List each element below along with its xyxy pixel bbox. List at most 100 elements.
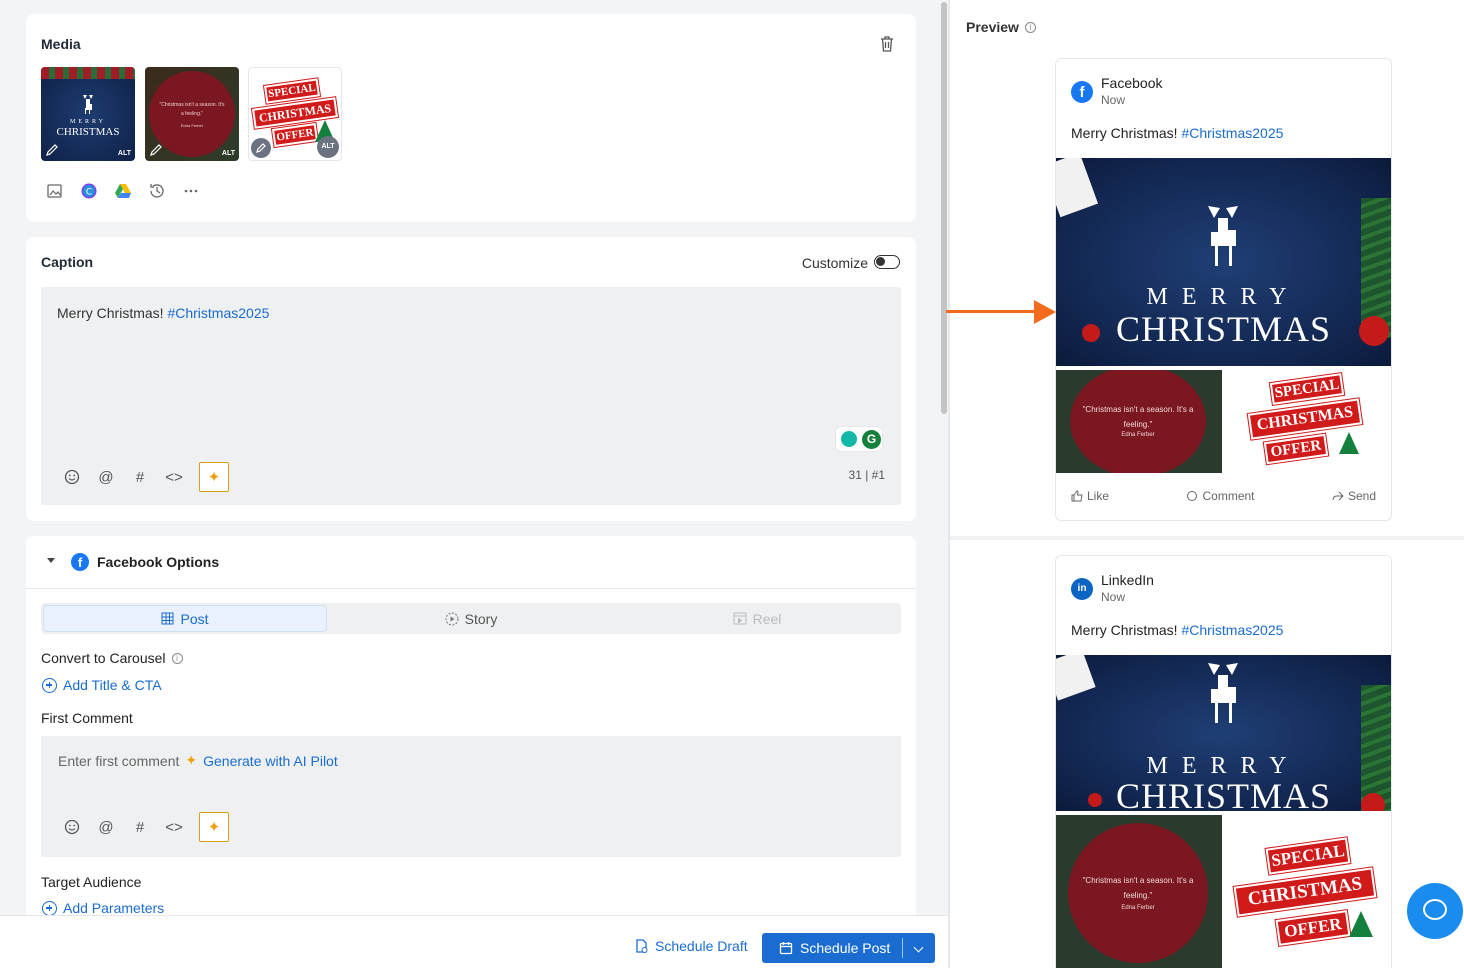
customize-toggle[interactable] [874,255,900,269]
tab-post-label: Post [180,610,209,627]
preview-image-quote: "Christmas isn't a season. It's a feelin… [1056,815,1222,968]
comment-label: Comment [1202,489,1255,503]
send-action[interactable]: Send [1332,489,1376,503]
code-icon[interactable]: <> [165,469,183,486]
thumb-offer-text: OFFER [271,123,319,147]
story-icon [445,612,459,625]
ai-sparkle-button[interactable]: ✦ [199,462,229,492]
media-thumb-2[interactable]: "Christmas isn't a season. It's a feelin… [145,67,239,161]
add-title-cta-link[interactable]: Add Title & CTA [42,677,162,693]
schedule-draft-label: Schedule Draft [655,938,748,954]
preview-hashtag[interactable]: #Christmas2025 [1181,125,1283,141]
facebook-icon: f [71,553,89,571]
tab-post[interactable]: Post [43,605,327,632]
facebook-icon: f [1071,81,1093,103]
media-thumb-3[interactable]: SPECIAL CHRISTMAS OFFER ALT [248,67,342,161]
preview-caption: Merry Christmas! #Christmas2025 [1071,125,1283,141]
preview-quote-attrib: Edna Ferber [1121,905,1155,911]
chevron-down-icon[interactable] [47,558,55,563]
tab-story-label: Story [464,610,498,627]
emoji-icon[interactable] [63,468,81,486]
caption-editor[interactable]: Merry Christmas! #Christmas2025 G @ # <>… [41,287,901,505]
preview-caption-plain: Merry Christmas! [1071,125,1182,141]
like-action[interactable]: Like [1071,489,1109,503]
alt-text-badge[interactable]: ALT [222,150,235,157]
thumb-quote-attrib: Edna Ferber [180,123,204,128]
preview-christmas-text: CHRISTMAS [1115,309,1332,349]
pencil-icon[interactable] [45,143,59,157]
caption-hashtag[interactable]: #Christmas2025 [167,305,269,321]
thumb-merry-text: MERRY [69,119,106,125]
info-icon[interactable]: i [1024,21,1036,33]
alt-text-badge[interactable]: ALT [118,150,131,157]
preview-network-name: Facebook [1101,75,1163,91]
tab-reel[interactable]: Reel [615,605,899,632]
convert-carousel-label: Convert to Carousel [41,650,166,666]
grammarly-icon[interactable]: G [862,430,881,449]
media-title: Media [41,36,81,52]
draft-icon [636,938,648,953]
caption-title: Caption [41,254,94,270]
facebook-options-title: Facebook Options [97,554,220,570]
add-parameters-link[interactable]: Add Parameters [42,900,164,916]
preview-image-offer: SPECIAL CHRISTMAS OFFER [1223,815,1391,968]
history-icon[interactable] [148,182,166,200]
schedule-draft-button[interactable]: Schedule Draft [634,938,748,954]
grammarly-widget[interactable]: G [835,426,883,452]
preview-image-christmas: MERRY CHRISTMAS [1056,158,1391,366]
first-comment-input[interactable]: Enter first comment ✦ Generate with AI P… [41,736,901,857]
lightbulb-icon[interactable] [841,431,857,447]
caption-card: Caption Customize Merry Christmas! #Chri… [26,237,916,521]
trash-icon[interactable] [880,36,894,52]
preview-title-text: Preview [966,19,1019,35]
facebook-options-header[interactable]: f Facebook Options [26,536,916,589]
preview-timestamp: Now [1101,590,1126,604]
post-type-tabs: Post Story Reel [41,603,901,634]
tab-story[interactable]: Story [329,605,613,632]
scrollbar-thumb[interactable] [941,2,947,414]
preview-offer-text: OFFER [1275,910,1351,946]
code-icon[interactable]: <> [165,819,183,836]
ai-sparkle-button[interactable]: ✦ [199,812,229,842]
media-thumb-1[interactable]: MERRY CHRISTMAS ALT [41,67,135,161]
pencil-icon[interactable] [251,138,271,158]
sparkle-icon: ✦ [185,752,198,768]
comment-action[interactable]: Comment [1186,489,1255,503]
preview-image-offer: SPECIAL CHRISTMAS OFFER [1223,370,1391,473]
alt-text-badge[interactable]: ALT [317,136,339,158]
preview-timestamp: Now [1101,93,1126,107]
plus-circle-icon [42,900,57,916]
emoji-icon[interactable] [63,818,81,836]
caption-text[interactable]: Merry Christmas! #Christmas2025 [57,305,269,321]
preview-hashtag[interactable]: #Christmas2025 [1181,622,1283,638]
preview-caption-plain: Merry Christmas! [1071,622,1182,638]
mention-icon[interactable]: @ [97,469,115,486]
preview-title: Preview i [966,19,1036,35]
first-comment-label: First Comment [41,710,133,726]
chat-bubble-icon [1423,899,1447,920]
add-title-cta-label: Add Title & CTA [63,677,162,693]
reindeer-icon [1208,206,1238,266]
hashtag-icon[interactable]: # [131,469,149,486]
generate-ai-link[interactable]: Generate with AI Pilot [203,753,338,769]
chevron-down-icon[interactable] [913,942,924,953]
reel-icon [733,612,747,625]
preview-network-name: LinkedIn [1101,572,1154,588]
scrollbar[interactable] [940,0,948,968]
preview-actions: Like Comment Send [1056,489,1391,503]
annotation-arrow-line [946,310,1040,313]
canva-icon[interactable]: C [80,182,98,200]
help-chat-button[interactable] [1407,883,1463,939]
schedule-post-button[interactable]: Schedule Post [762,933,935,963]
info-icon[interactable]: i [171,652,183,664]
pencil-icon[interactable] [149,143,163,157]
thumb-quote-text: "Christmas isn't a season. It's a feelin… [159,102,225,117]
hashtag-icon[interactable]: # [131,819,149,836]
reindeer-icon [83,95,93,114]
google-drive-icon[interactable] [114,182,132,200]
linkedin-preview-card: in LinkedIn Now Merry Christmas! #Christ… [1055,555,1392,968]
facebook-preview-card: f Facebook Now Merry Christmas! #Christm… [1055,58,1392,521]
mention-icon[interactable]: @ [97,819,115,836]
more-icon[interactable] [182,182,200,200]
image-upload-icon[interactable] [46,182,64,200]
